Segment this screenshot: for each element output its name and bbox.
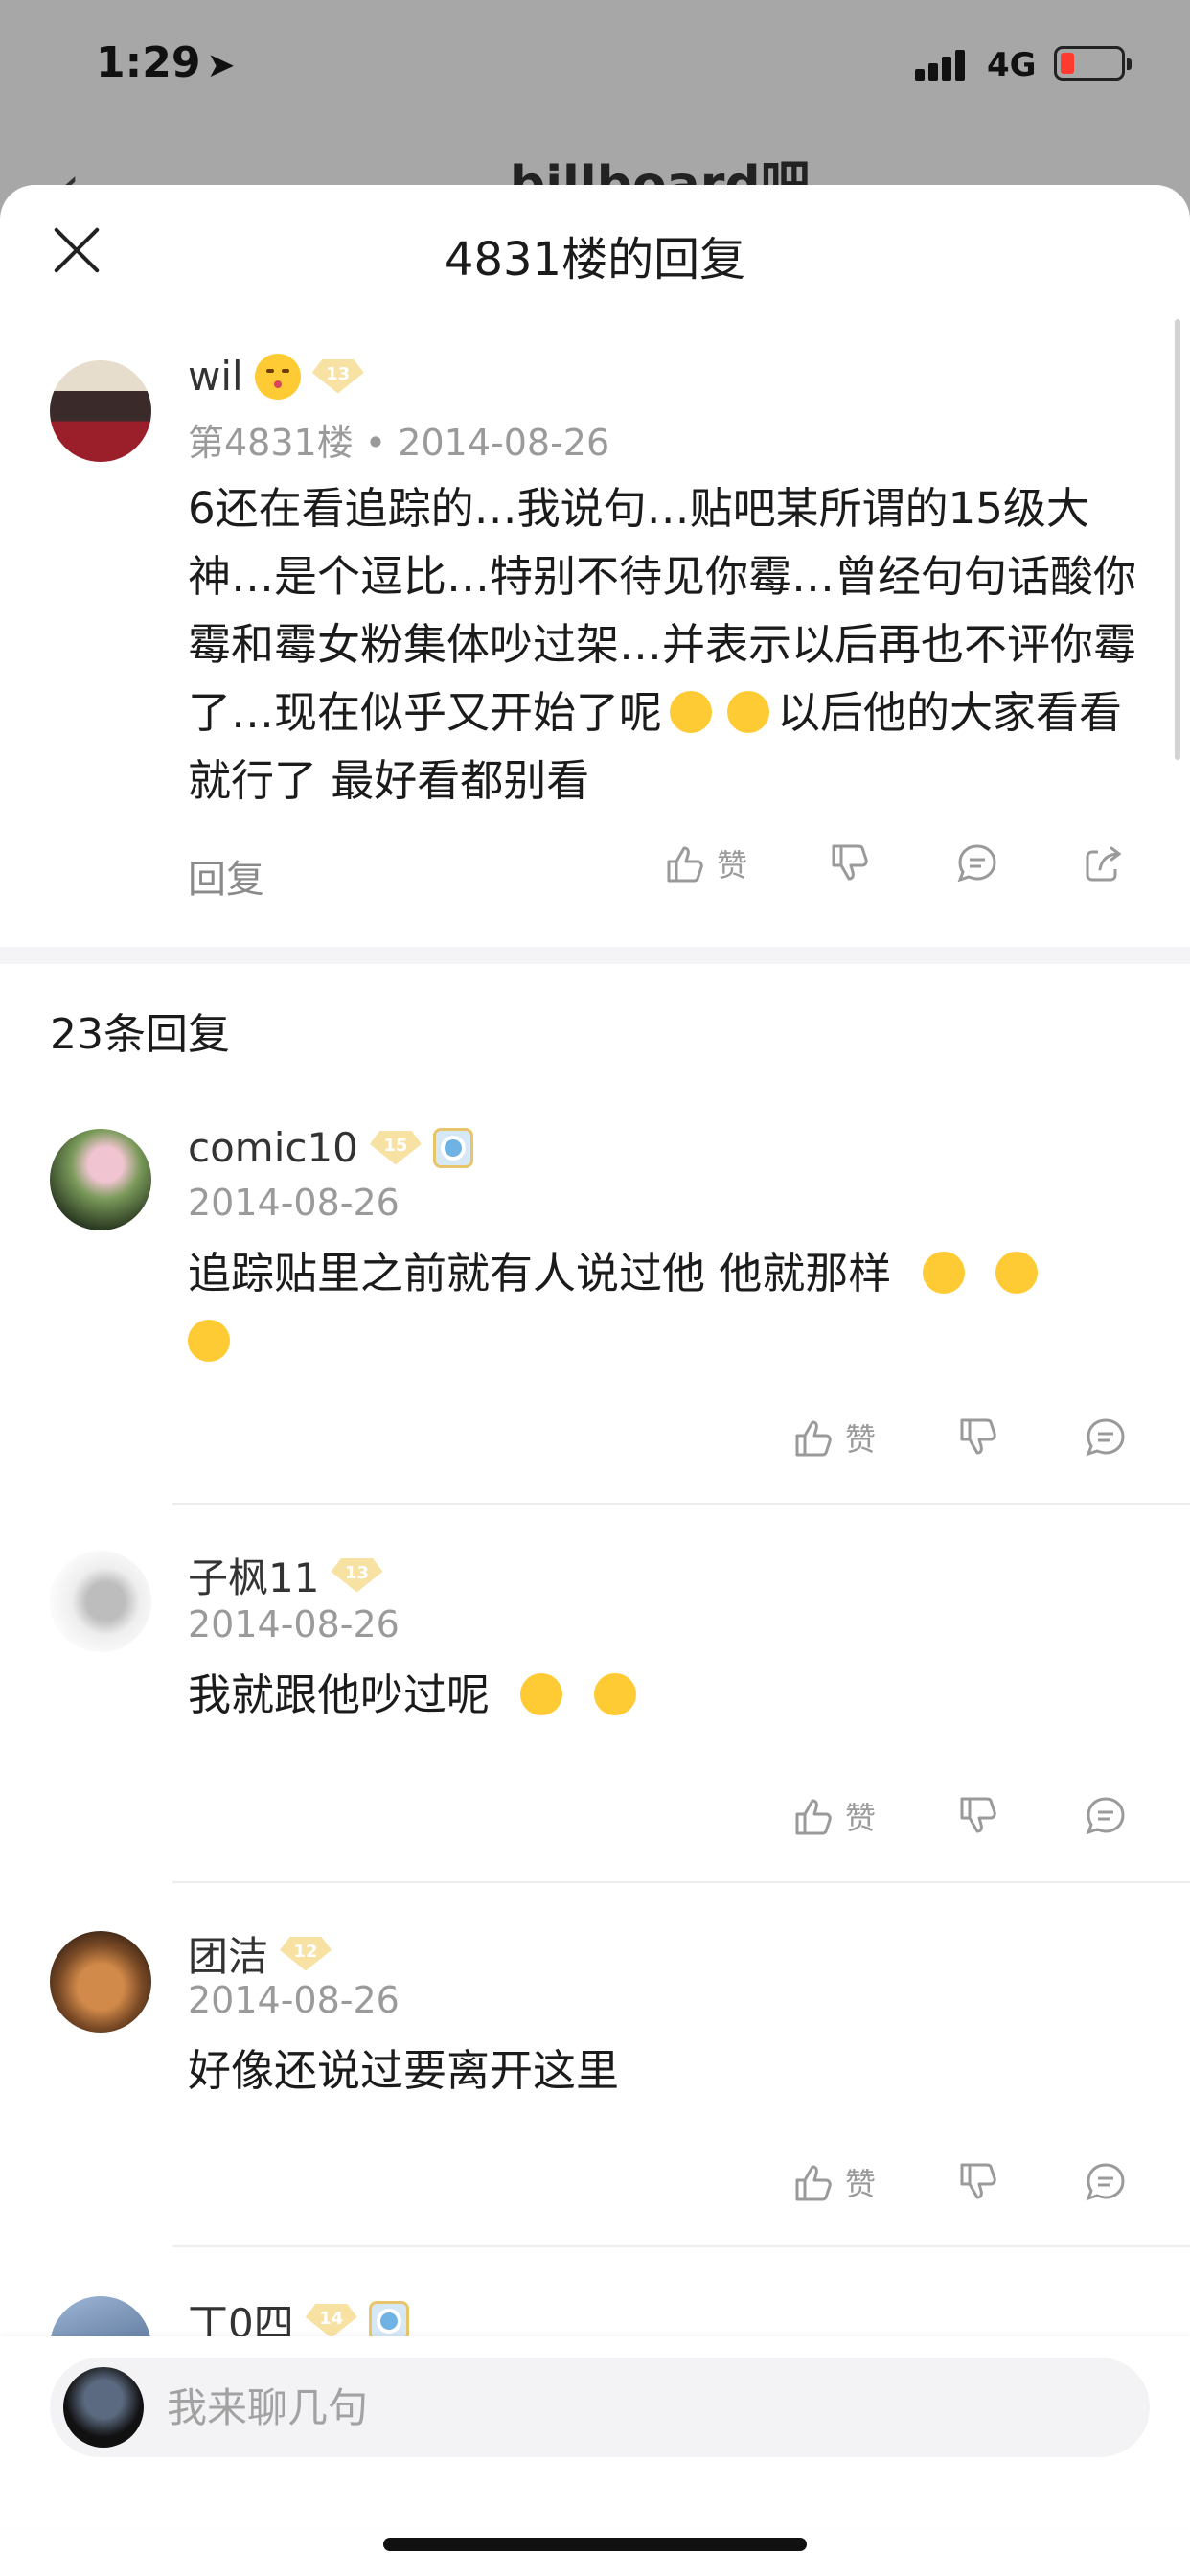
- member-badge-icon: [432, 1127, 473, 1168]
- reply-text: 我就跟他吵过呢: [188, 1669, 491, 1720]
- reply-content: 追踪贴里之前就有人说过他 他就那样: [188, 1239, 1098, 1375]
- comment-icon[interactable]: [954, 840, 1000, 886]
- comment-icon[interactable]: [1083, 1414, 1129, 1460]
- status-time: 1:29 ➤: [96, 38, 236, 87]
- username[interactable]: 子枫11: [188, 1546, 319, 1604]
- section-divider: [0, 947, 1190, 964]
- like-label: 赞: [845, 2166, 877, 2202]
- thumbs-up-icon: [795, 1420, 832, 1457]
- sneeze-emoji-icon: [188, 1320, 230, 1362]
- user-avatar[interactable]: [63, 2367, 144, 2448]
- sheet-header: 4831楼的回复: [0, 185, 1190, 314]
- post-date: 2014-08-26: [398, 422, 610, 464]
- grin-emoji-icon: [727, 691, 770, 733]
- post-author[interactable]: wil 13: [188, 353, 364, 400]
- grin-emoji-icon: [593, 1673, 636, 1715]
- sneeze-emoji-icon: [995, 1252, 1038, 1294]
- floor-number: 第4831楼: [188, 422, 354, 464]
- thumbs-up-icon: [795, 1799, 832, 1835]
- avatar[interactable]: [50, 1931, 151, 2033]
- reply-content: 好像还说过要离开这里: [188, 2036, 1098, 2104]
- like-button[interactable]: 赞: [791, 1414, 876, 1460]
- comment-icon[interactable]: [1083, 2159, 1129, 2205]
- reply-divider: [172, 2245, 1190, 2247]
- smile-emoji-icon: [520, 1673, 563, 1715]
- location-arrow-icon: ➤: [206, 46, 236, 85]
- reply-date: 2014-08-26: [188, 1182, 400, 1224]
- reply-actions: 赞: [791, 1414, 1129, 1460]
- member-badge-icon: [368, 2300, 409, 2341]
- reply-actions: 赞: [791, 2159, 1129, 2205]
- reply-text: 好像还说过要离开这里: [188, 2045, 620, 2096]
- like-label: 赞: [717, 847, 748, 884]
- post-content: 6还在看追踪的…我说句…贴吧某所谓的15级大神…是个逗比…特别不待见你霉…曾经句…: [188, 474, 1146, 815]
- level-badge-icon: 13: [331, 1557, 383, 1593]
- post-actions: 赞: [663, 840, 1127, 886]
- like-label: 赞: [845, 1800, 877, 1836]
- thumbs-down-icon[interactable]: [828, 840, 874, 886]
- thumbs-up-icon: [667, 846, 703, 883]
- home-indicator[interactable]: [383, 2538, 807, 2551]
- reply-content: 我就跟他吵过呢: [188, 1661, 1098, 1729]
- level-badge-icon: 12: [280, 1936, 332, 1971]
- network-type: 4G: [987, 46, 1037, 84]
- reply-divider: [172, 1503, 1190, 1505]
- comment-input[interactable]: [167, 2379, 1029, 2436]
- grin-emoji-icon: [670, 691, 713, 733]
- share-icon[interactable]: [1081, 840, 1127, 886]
- reply-text: 追踪贴里之前就有人说过他 他就那样: [188, 1248, 892, 1299]
- like-button[interactable]: 赞: [663, 840, 747, 886]
- replies-sheet: 4831楼的回复 wil 13 第4831楼 • 2014-08-26 6还在看…: [0, 185, 1190, 2576]
- like-button[interactable]: 赞: [791, 1793, 876, 1839]
- post-meta: 第4831楼 • 2014-08-26: [188, 422, 610, 464]
- composer-bar: [0, 2336, 1190, 2528]
- sneeze-emoji-icon: [922, 1252, 965, 1294]
- sheet-title: 4831楼的回复: [444, 233, 746, 287]
- reply-date: 2014-08-26: [188, 1603, 400, 1645]
- like-button[interactable]: 赞: [791, 2159, 876, 2205]
- level-badge-icon: 15: [369, 1130, 422, 1165]
- thumbs-down-icon[interactable]: [956, 1414, 1002, 1460]
- reply-divider: [172, 1881, 1190, 1883]
- reply-author[interactable]: 子枫11 13: [188, 1546, 383, 1604]
- username[interactable]: 团洁: [188, 1924, 268, 1983]
- level-badge-icon: 13: [311, 358, 364, 394]
- avatar[interactable]: [50, 360, 151, 462]
- thumbs-down-icon[interactable]: [956, 1793, 1002, 1839]
- thumbs-down-icon[interactable]: [956, 2159, 1002, 2205]
- reply-count: 23条回复: [50, 1010, 230, 1059]
- reply-author[interactable]: comic10 15: [188, 1124, 473, 1171]
- kiss-emoji-icon: [254, 353, 301, 400]
- thumbs-up-icon: [795, 2165, 832, 2201]
- reply-button[interactable]: 回复: [188, 848, 264, 904]
- avatar[interactable]: [50, 1129, 151, 1230]
- comment-icon[interactable]: [1083, 1793, 1129, 1839]
- cellular-signal-icon: [915, 48, 973, 80]
- reply-date: 2014-08-26: [188, 1979, 400, 2021]
- reply-actions: 赞: [791, 1793, 1129, 1839]
- username[interactable]: wil: [188, 353, 243, 400]
- username[interactable]: comic10: [188, 1124, 358, 1171]
- status-bar: 1:29 ➤ 4G: [0, 0, 1190, 134]
- level-badge-icon: 14: [305, 2303, 357, 2338]
- avatar[interactable]: [50, 1551, 151, 1652]
- like-label: 赞: [845, 1421, 877, 1458]
- reply-author[interactable]: 团洁 12: [188, 1924, 332, 1983]
- scrollbar[interactable]: [1175, 319, 1180, 760]
- composer-pill[interactable]: [50, 2358, 1150, 2457]
- battery-icon: [1054, 46, 1132, 80]
